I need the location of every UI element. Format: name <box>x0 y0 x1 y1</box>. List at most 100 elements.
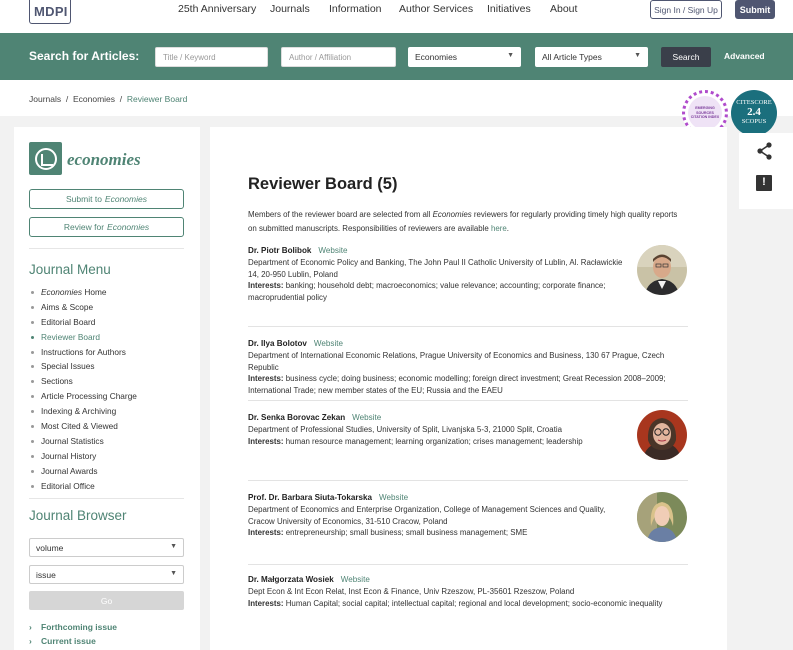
citescore-source: SCOPUS <box>741 118 767 125</box>
reviewer-avatar <box>637 245 687 295</box>
reviewer-affiliation: Department of Professional Studies, Univ… <box>248 425 563 434</box>
search-button[interactable]: Search <box>661 47 711 67</box>
menu-home-label: Home <box>82 287 107 297</box>
forthcoming-issue-link[interactable]: › Forthcoming issue <box>29 622 117 632</box>
top-navigation: MDPI 25th Anniversary Journals Informati… <box>0 0 793 33</box>
citescore-label: CITESCORE <box>736 99 772 106</box>
nav-information[interactable]: Information <box>329 3 382 15</box>
article-type-select[interactable]: All Article Types ▼ <box>535 47 648 67</box>
nav-initiatives[interactable]: Initiatives <box>487 3 531 15</box>
breadcrumb-current: Reviewer Board <box>126 94 188 104</box>
nav-author-services[interactable]: Author Services <box>399 3 473 15</box>
menu-item-awards[interactable]: Journal Awards <box>29 464 137 479</box>
current-issue-link[interactable]: › Current issue <box>29 636 96 646</box>
submit-to-journal: Economies <box>104 194 147 204</box>
mdpi-logo[interactable]: MDPI <box>29 0 71 24</box>
go-button[interactable]: Go <box>29 591 184 610</box>
nav-25th-anniversary[interactable]: 25th Anniversary <box>178 3 256 15</box>
sidebar: economies Submit to Economies Review for E… <box>14 127 200 650</box>
breadcrumb-separator: / <box>65 94 69 104</box>
issue-select[interactable]: issue ▼ <box>29 565 184 584</box>
nav-about[interactable]: About <box>550 3 577 15</box>
reviewer-name-text: Dr. Piotr Bolibok <box>248 246 312 255</box>
interests-label: Interests: <box>248 598 284 608</box>
search-label: Search for Articles: <box>29 49 140 63</box>
reviewer-name-text: Dr. Małgorzata Wosiek <box>248 575 334 584</box>
review-for-journal-button[interactable]: Review for Economies <box>29 217 184 237</box>
intro-journal: Economies <box>432 210 472 219</box>
mdpi-logo-text: MDPI <box>34 4 68 19</box>
review-for-label: Review for <box>63 222 105 232</box>
submit-button[interactable]: Submit <box>735 0 775 19</box>
intro-text: Members of the reviewer board are select… <box>248 208 688 235</box>
comment-icon[interactable]: ! <box>756 175 772 191</box>
issue-select-value: issue <box>36 570 56 580</box>
title-keyword-input[interactable]: Title / Keyword <box>155 47 268 67</box>
reviewer-entry: Dr. Małgorzata Wosiek Website Dept Econ &… <box>248 574 688 609</box>
menu-item-indexing[interactable]: Indexing & Archiving <box>29 404 137 419</box>
main-content: Reviewer Board (5) Members of the review… <box>210 127 727 650</box>
volume-select-value: volume <box>36 543 64 553</box>
interests-label: Interests: <box>248 374 284 383</box>
responsibilities-link[interactable]: here <box>491 224 507 233</box>
interests-text: entrepreneurship; small business; small … <box>285 528 528 537</box>
reviewer-entry: Prof. Dr. Barbara Siuta-Tokarska Website … <box>248 492 628 539</box>
volume-select[interactable]: volume ▼ <box>29 538 184 557</box>
menu-item-instructions-for-authors[interactable]: Instructions for Authors <box>29 345 137 360</box>
intro-part1: Members of the reviewer board are select… <box>248 210 433 219</box>
author-affiliation-input[interactable]: Author / Affiliation <box>281 47 396 67</box>
reviewer-name: Prof. Dr. Barbara Siuta-Tokarska Website <box>248 492 628 504</box>
reviewer-affiliation: Dept Econ & Int Econ Relat, Inst Econ & … <box>248 587 575 596</box>
breadcrumb: Journals / Economies / Reviewer Board <box>29 94 187 104</box>
search-bar: Search for Articles: Title / Keyword Aut… <box>0 33 793 80</box>
reviewer-website-link[interactable]: Website <box>318 246 347 255</box>
journal-name[interactable]: economies <box>67 150 141 170</box>
reviewer-entry: Dr. Piotr Bolibok Website Department of E… <box>248 245 628 303</box>
journal-select-value: Economies <box>415 52 458 62</box>
page-title: Reviewer Board (5) <box>248 175 398 193</box>
advanced-search-link[interactable]: Advanced <box>724 51 765 61</box>
reviewer-divider <box>248 564 688 565</box>
journal-logo-icon[interactable] <box>29 142 62 175</box>
chevron-right-icon: › <box>29 636 32 646</box>
chevron-down-icon: ▼ <box>507 52 514 59</box>
nav-journals[interactable]: Journals <box>270 3 310 15</box>
interests-text: banking; household debt; macroeconomics;… <box>248 281 606 302</box>
share-icon[interactable] <box>755 141 775 161</box>
citescore-badge[interactable]: CITESCORE 2.4 SCOPUS <box>731 90 777 136</box>
reviewer-name-text: Dr. Ilya Bolotov <box>248 339 307 348</box>
citescore-value: 2.4 <box>747 106 761 118</box>
floating-tools-panel: ! <box>739 133 793 209</box>
journal-menu: Economies Home Aims & Scope Editorial Bo… <box>29 285 137 493</box>
current-issue-label: Current issue <box>41 636 96 646</box>
breadcrumb-economies[interactable]: Economies <box>73 94 115 104</box>
interests-label: Interests: <box>248 436 284 446</box>
reviewer-website-link[interactable]: Website <box>379 493 408 502</box>
menu-item-reviewer-board[interactable]: Reviewer Board <box>29 330 137 345</box>
menu-item-editorial-office[interactable]: Editorial Office <box>29 479 137 494</box>
chevron-down-icon: ▼ <box>170 543 177 550</box>
reviewer-interests: Interests: Human Capital; social capital… <box>248 598 688 610</box>
reviewer-website-link[interactable]: Website <box>314 339 343 348</box>
reviewer-interests: Interests: banking; household debt; macr… <box>248 280 628 303</box>
menu-item-editorial-board[interactable]: Editorial Board <box>29 315 137 330</box>
menu-item-aims-scope[interactable]: Aims & Scope <box>29 300 137 315</box>
menu-item-home[interactable]: Economies Home <box>29 285 137 300</box>
menu-item-history[interactable]: Journal History <box>29 449 137 464</box>
menu-item-statistics[interactable]: Journal Statistics <box>29 434 137 449</box>
esci-badge-text: EMERGING SOURCES CITATION INDEX <box>688 96 722 130</box>
menu-item-sections[interactable]: Sections <box>29 374 137 389</box>
journal-browser-heading: Journal Browser <box>29 508 127 523</box>
breadcrumb-journals[interactable]: Journals <box>29 94 61 104</box>
menu-item-apc[interactable]: Article Processing Charge <box>29 389 137 404</box>
menu-item-special-issues[interactable]: Special Issues <box>29 359 137 374</box>
menu-item-most-cited[interactable]: Most Cited & Viewed <box>29 419 137 434</box>
sign-in-button[interactable]: Sign In / Sign Up <box>650 0 722 19</box>
forthcoming-issue-label: Forthcoming issue <box>41 622 118 632</box>
reviewer-website-link[interactable]: Website <box>341 575 370 584</box>
journal-select[interactable]: Economies ▼ <box>408 47 521 67</box>
breadcrumb-separator: / <box>119 94 123 104</box>
reviewer-affiliation: Department of Economic Policy and Bankin… <box>248 258 623 279</box>
submit-to-journal-button[interactable]: Submit to Economies <box>29 189 184 209</box>
reviewer-website-link[interactable]: Website <box>352 413 381 422</box>
